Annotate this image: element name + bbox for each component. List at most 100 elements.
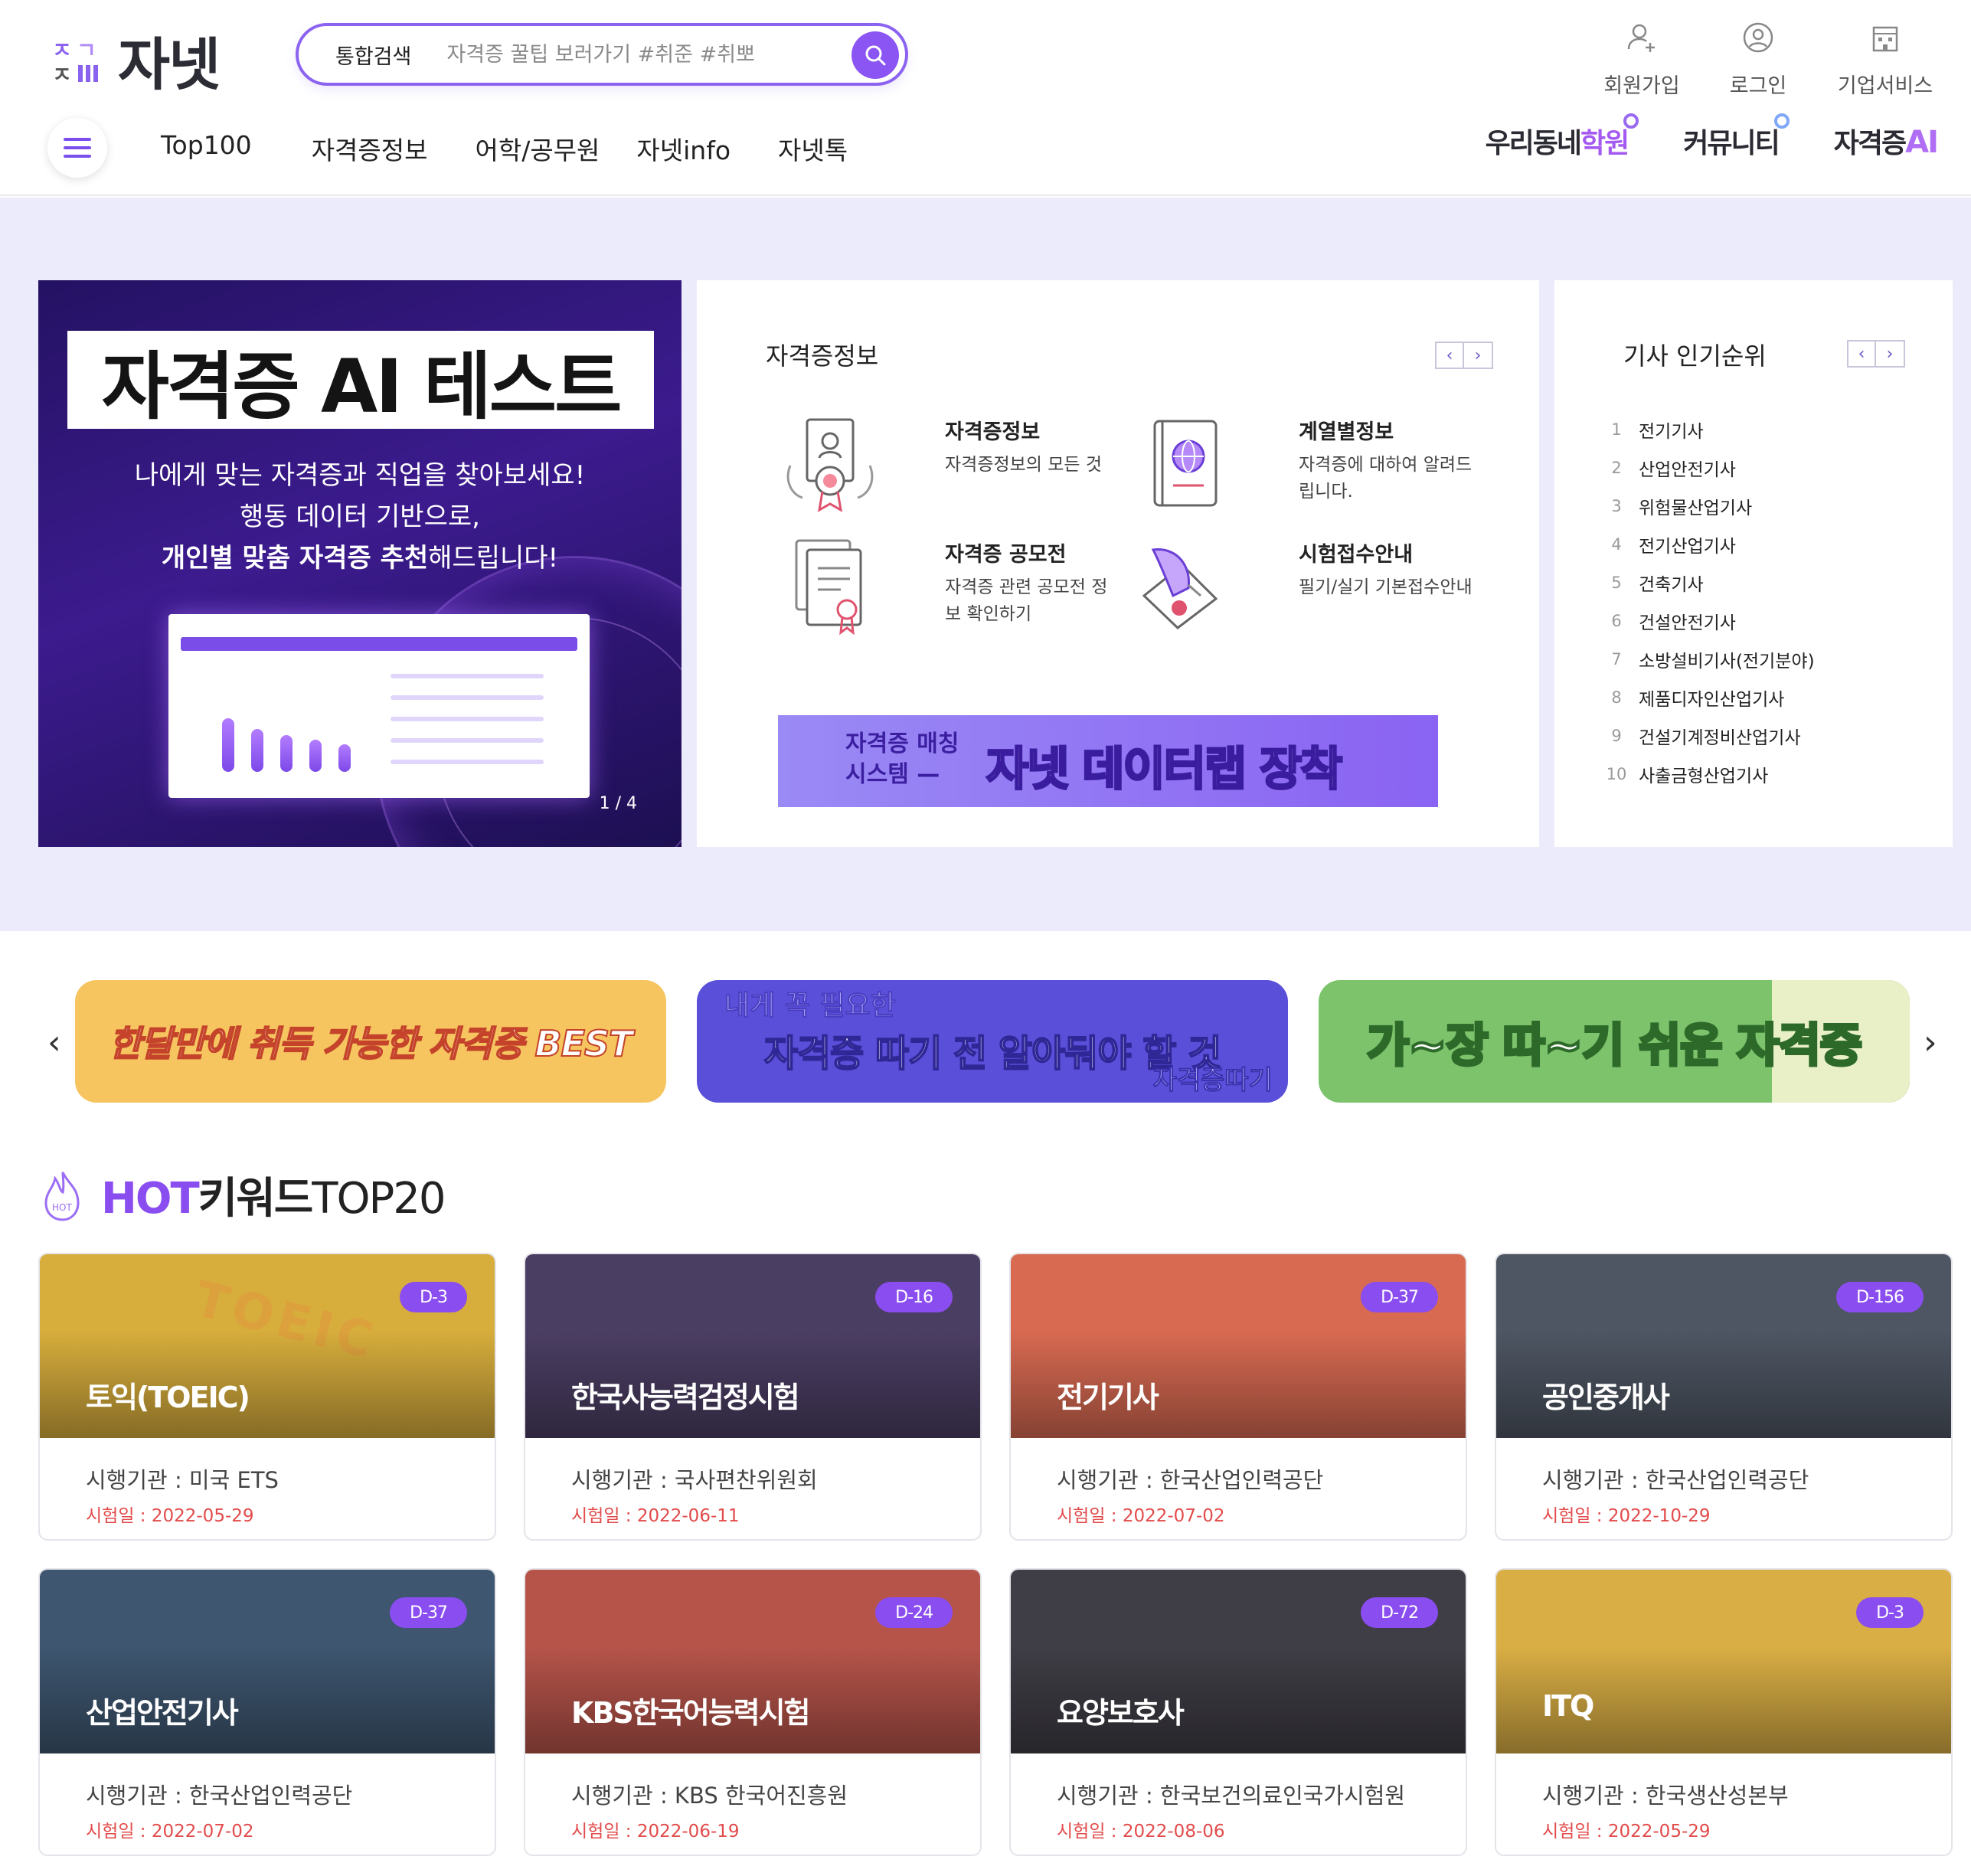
cert-ai-link[interactable]: 자격증AI [1834, 121, 1939, 161]
menu-button[interactable] [47, 118, 107, 178]
signup-link[interactable]: 회원가입 [1599, 20, 1685, 99]
hot-keyword-card[interactable]: D-3 ITQ 시행기관 : 한국생산성본부 시험일 : 2022-05-29 [1495, 1568, 1953, 1856]
info-item-title: 시험접수안내 [1299, 543, 1414, 567]
rank-label: 전기산업기사 [1639, 537, 1736, 557]
search-button[interactable] [851, 31, 899, 79]
business-link[interactable]: 기업서비스 [1832, 20, 1939, 99]
card-organizer: 시행기관 : 한국산업인력공단 [1542, 1467, 1809, 1493]
rank-number: 7 [1611, 650, 1622, 668]
rank-label: 산업안전기사 [1639, 460, 1736, 480]
rank-item[interactable]: 2 산업안전기사 [1602, 449, 1815, 487]
hot-keyword-card[interactable]: D-37 전기기사 시행기관 : 한국산업인력공단 시험일 : 2022-07-02 [1009, 1253, 1467, 1541]
datalab-banner[interactable]: 자격증 매칭 시스템 — 자넷 데이터랩 장착 [778, 715, 1438, 807]
hero-screenshot-image [168, 614, 590, 798]
rank-number: 6 [1611, 612, 1622, 630]
rank-item[interactable]: 9 건설기계정비산업기사 [1602, 717, 1815, 755]
rank-item[interactable]: 10 사출금형산업기사 [1602, 755, 1815, 793]
next-arrow-button[interactable]: › [1876, 340, 1905, 368]
user-plus-icon [1627, 24, 1655, 52]
dday-badge: D-156 [1836, 1282, 1924, 1312]
rank-label: 소방설비기사(전기분야) [1639, 652, 1815, 672]
card-title: 전기기사 [1057, 1381, 1159, 1414]
hamburger-icon [64, 138, 91, 158]
hot-keyword-card[interactable]: D-16 한국사능력검정시험 시행기관 : 국사편찬위원회 시험일 : 2022-06… [524, 1253, 982, 1541]
nav-janet-info[interactable]: 자넷info [636, 130, 731, 167]
logo[interactable]: ㅈ ㄱ ㅈ 자넷 [51, 21, 221, 98]
promo-banner-tips[interactable]: 내게 꼭 필요한 자격증 따기 전 알아둬야 할 것 자격증따기 [697, 980, 1288, 1103]
hero-sub-line1: 나에게 맞는 자격증과 직업을 찾아보세요! [134, 460, 586, 491]
dday-badge: D-24 [875, 1597, 953, 1628]
datalab-banner-small-line2: 시스템 — [845, 761, 940, 788]
card-exam-date: 시험일 : 2022-05-29 [86, 1506, 254, 1526]
promo-banner-bottom: 자격증따기 [1152, 1065, 1273, 1097]
search-input[interactable] [446, 42, 845, 67]
rank-item[interactable]: 8 제품디자인산업기사 [1602, 678, 1815, 717]
hot-keyword-card[interactable]: D-72 요양보호사 시행기관 : 한국보건의료인국가시험원 시험일 : 2022-0… [1009, 1568, 1467, 1856]
signup-label: 회원가입 [1603, 74, 1680, 98]
hero-banner[interactable]: 자격증 AI 테스트 나에게 맞는 자격증과 직업을 찾아보세요! 행동 데이터… [38, 280, 682, 847]
rank-label: 건설기계정비산업기사 [1639, 728, 1801, 748]
logo-text: 자넷 [118, 31, 221, 98]
right-nav: 우리동네학원 커뮤니티 자격증AI [1485, 113, 1939, 161]
certificate-award-icon [786, 418, 874, 512]
promo-next-button[interactable]: › [1924, 1023, 1937, 1062]
hot-keyword-card[interactable]: D-156 공인중개사 시행기관 : 한국산업인력공단 시험일 : 2022-10-2… [1495, 1253, 1953, 1541]
screenshot-bar [309, 740, 322, 772]
svg-text:ㅈ: ㅈ [52, 62, 72, 87]
speech-bubble-icon [1773, 113, 1790, 129]
academy-label: 우리동네 [1485, 128, 1582, 159]
info-item-registration[interactable]: 시험접수안내 필기/실기 기본접수안내 [1130, 534, 1473, 657]
dday-badge: D-3 [400, 1282, 467, 1312]
promo-banner-easy[interactable]: 가~장 따~기 쉬운 자격증 [1319, 980, 1910, 1103]
prev-arrow-button[interactable]: ‹ [1847, 340, 1876, 368]
svg-text:ㅈ: ㅈ [52, 38, 72, 63]
rank-arrows: ‹ › [1847, 340, 1905, 368]
nav-top100[interactable]: Top100 [161, 130, 252, 167]
datalab-banner-small-line1: 자격증 매칭 [845, 730, 959, 757]
rank-item[interactable]: 5 건축기사 [1602, 564, 1815, 602]
screenshot-line [391, 674, 544, 678]
info-item-contest[interactable]: 자격증 공모전 자격증 관련 공모전 정보 확인하기 [776, 534, 1107, 657]
prev-arrow-button[interactable]: ‹ [1435, 342, 1464, 369]
login-label: 로그인 [1729, 74, 1787, 98]
location-pin-icon [1623, 113, 1639, 129]
community-link[interactable]: 커뮤니티 [1683, 113, 1790, 161]
login-link[interactable]: 로그인 [1715, 20, 1801, 99]
academy-link[interactable]: 우리동네학원 [1485, 113, 1639, 161]
business-label: 기업서비스 [1837, 74, 1933, 98]
hot-keyword-card[interactable]: D-24 KBS한국어능력시험 시행기관 : KBS 한국어진흥원 시험일 : 202… [524, 1568, 982, 1856]
next-arrow-button[interactable]: › [1464, 342, 1493, 369]
info-item-desc: 필기/실기 기본접수안내 [1299, 577, 1473, 597]
rank-item[interactable]: 7 소방설비기사(전기분야) [1602, 640, 1815, 678]
rank-list: 1 전기기사 2 산업안전기사 3 위험물산업기사 4 전기산업기사 5 건축기사 6 건설… [1602, 410, 1815, 793]
card-organizer: 시행기관 : 한국생산성본부 [1542, 1783, 1789, 1809]
datalab-banner-small: 자격증 매칭 시스템 — [845, 729, 959, 790]
globe-book-icon [1153, 420, 1218, 507]
hot-heading-hot: HOT [101, 1174, 200, 1224]
rank-item[interactable]: 1 전기기사 [1602, 410, 1815, 449]
hot-keyword-card[interactable]: TOEIC D-3 토익(TOEIC) 시행기관 : 미국 ETS 시험일 : 2022… [38, 1253, 496, 1541]
card-organizer: 시행기관 : KBS 한국어진흥원 [571, 1783, 848, 1809]
dday-badge: D-72 [1361, 1597, 1438, 1628]
card-organizer: 시행기관 : 한국산업인력공단 [1057, 1467, 1324, 1493]
cert-ai-accent: AI [1905, 125, 1939, 160]
card-organizer: 시행기관 : 한국산업인력공단 [86, 1783, 353, 1809]
nav-cert-info[interactable]: 자격증정보 [312, 130, 428, 167]
promo-prev-button[interactable]: ‹ [47, 1023, 61, 1062]
card-exam-date: 시험일 : 2022-07-02 [1057, 1506, 1225, 1526]
nav-janet-talk[interactable]: 자넷톡 [778, 130, 848, 167]
card-organizer: 시행기관 : 국사편찬위원회 [571, 1467, 818, 1493]
rank-item[interactable]: 3 위험물산업기사 [1602, 487, 1815, 525]
search-category[interactable]: 통합검색 [335, 40, 411, 70]
hot-keyword-card[interactable]: D-37 산업안전기사 시행기관 : 한국산업인력공단 시험일 : 2022-07-0… [38, 1568, 496, 1856]
info-item-cert[interactable]: 자격증정보 자격증정보의 모든 것 [776, 412, 1106, 534]
rank-item[interactable]: 4 전기산업기사 [1602, 525, 1815, 564]
info-item-category[interactable]: 계열별정보 자격증에 대하여 알려드립니다. [1130, 412, 1472, 534]
card-exam-date: 시험일 : 2022-10-29 [1542, 1506, 1711, 1526]
dday-badge: D-37 [390, 1597, 467, 1628]
nav-language-civil[interactable]: 어학/공무원 [476, 130, 600, 167]
promo-banner-best[interactable]: 한달만에 취득 가능한 자격증 BEST [75, 980, 666, 1103]
academy-accent: 학원 [1580, 128, 1629, 159]
rank-item[interactable]: 6 건설안전기사 [1602, 602, 1815, 640]
screenshot-bar [338, 744, 351, 772]
